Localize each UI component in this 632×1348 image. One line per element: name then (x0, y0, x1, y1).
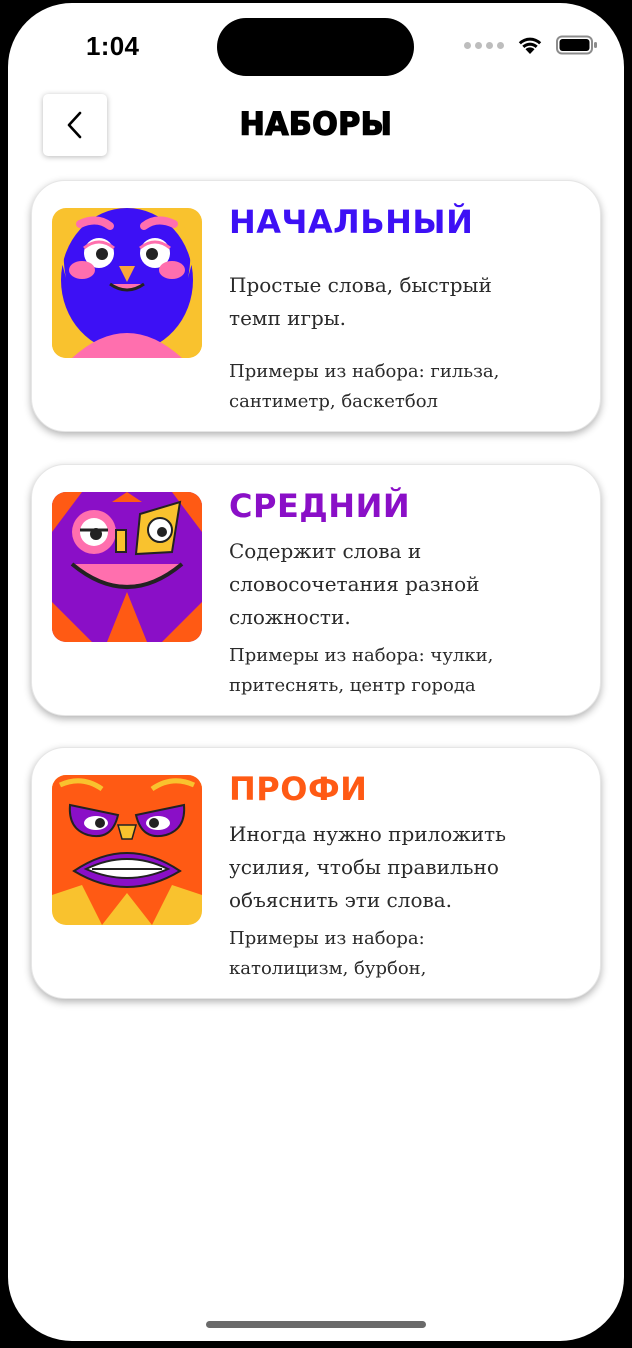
cellular-signal-icon (464, 41, 504, 49)
set-description: Простые слова, быстрый темп игры. (229, 273, 492, 330)
dynamic-island (217, 18, 414, 76)
page-title: НАБОРЫ (239, 105, 393, 143)
set-description: Иногда нужно приложить усилия, чтобы пра… (229, 822, 507, 912)
status-time: 1:04 (86, 31, 140, 61)
status-icons (464, 35, 598, 55)
pro-character-image (52, 775, 202, 925)
set-card-beginner[interactable]: НАЧАЛЬНЫЙ Простые слова, быстрый темп иг… (31, 180, 601, 432)
device-frame: 1:04 НАБОРЫ НАЧАЛЬНЫЙ Простые слова, быс… (0, 0, 632, 1348)
set-description: Содержит слова и словосочетания разной с… (229, 539, 480, 629)
wifi-icon (518, 37, 542, 54)
set-examples: Примеры из набора: гильза, сантиметр, ба… (229, 361, 500, 412)
set-title: ПРОФИ (229, 770, 368, 808)
set-card-medium[interactable]: СРЕДНИЙ Содержит слова и словосочетания … (31, 464, 601, 716)
set-examples: Примеры из набора: католицизм, бурбон, (229, 928, 427, 979)
medium-character-image (52, 492, 202, 642)
set-examples: Примеры из набора: чулки, притеснять, це… (229, 645, 494, 696)
set-card-pro[interactable]: ПРОФИ Иногда нужно приложить усилия, что… (31, 747, 601, 999)
screen: 1:04 НАБОРЫ НАЧАЛЬНЫЙ Простые слова, быс… (8, 3, 624, 1341)
set-title: СРЕДНИЙ (229, 487, 411, 525)
battery-icon (556, 35, 597, 55)
home-indicator (206, 1321, 426, 1328)
beginner-character-image (52, 208, 202, 358)
set-title: НАЧАЛЬНЫЙ (229, 203, 474, 241)
